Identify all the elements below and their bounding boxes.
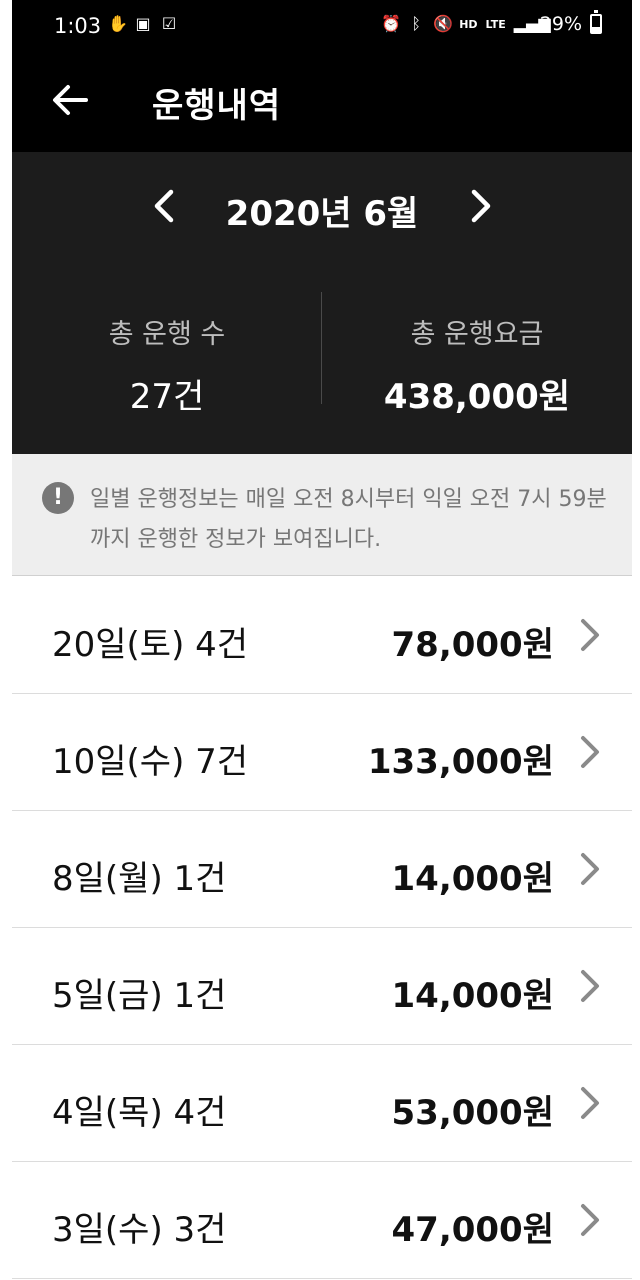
status-icons: ⏰ ᛒ 🔇 HD LTE ▂▄▆ 29% [381,10,602,35]
notice-text: 일별 운행정보는 매일 오전 8시부터 익일 오전 7시 59분까지 운행한 정… [90,487,607,552]
alarm-icon: ⏰ [381,14,402,33]
app-frame: 1:03 ✋ ▣ ☑ ⏰ ᛒ 🔇 HD LTE ▂▄▆ 29% 운행내역 202… [12,0,632,1280]
checkbox-icon: ☑ [161,14,177,33]
status-time: 1:03 [54,14,102,38]
notification-icons: ✋ ▣ ☑ [108,15,178,33]
chevron-right-icon [574,849,604,889]
signal-icon: ▂▄▆ [513,14,551,33]
gallery-icon: ▣ [135,14,151,33]
summary-panel: 2020년 6월 총 운행 수 27건 총 운행요금 438,000원 [12,152,632,454]
app-bar: 운행내역 [12,56,632,152]
chevron-right-icon [471,189,491,223]
day-amount: 14,000원 [391,976,554,1016]
day-summary-label: 10일(수) 7건 [52,742,249,782]
day-summary-label: 5일(금) 1건 [52,976,227,1016]
chevron-right-icon [574,615,604,655]
day-amount: 53,000원 [391,1093,554,1133]
daily-trip-list: 20일(토) 4건 78,000원 10일(수) 7건 133,000원 8일(월) 1… [12,577,632,1279]
day-summary-label: 20일(토) 4건 [52,625,249,665]
day-amount: 78,000원 [391,625,554,665]
total-fare-stat: 총 운행요금 438,000원 [322,312,632,418]
page-title: 운행내역 [152,86,282,126]
day-summary-label: 4일(목) 4건 [52,1093,227,1133]
hd-voice-icon: HD [459,17,478,31]
list-item[interactable]: 20일(토) 4건 78,000원 [12,577,632,694]
total-trips-label: 총 운행 수 [108,319,226,350]
chevron-right-icon [574,1200,604,1240]
chevron-right-icon [574,1083,604,1123]
list-item[interactable]: 3일(수) 3건 47,000원 [12,1162,632,1279]
mute-icon: 🔇 [433,14,454,33]
list-item[interactable]: 10일(수) 7건 133,000원 [12,694,632,811]
day-amount: 14,000원 [391,859,554,899]
total-fare-value: 438,000원 [383,377,571,417]
chevron-right-icon [574,966,604,1006]
list-item[interactable]: 5일(금) 1건 14,000원 [12,928,632,1045]
hand-wave-icon: ✋ [108,14,128,33]
next-month-button[interactable] [462,186,498,226]
total-fare-label: 총 운행요금 [410,319,544,350]
battery-fill [592,27,600,32]
day-amount: 47,000원 [391,1210,554,1250]
lte-icon: LTE [485,17,506,31]
battery-percent: 29% [539,13,582,35]
exclamation-icon: ! [42,482,74,514]
day-summary-label: 8일(월) 1건 [52,859,227,899]
chevron-right-icon [574,732,604,772]
status-bar: 1:03 ✋ ▣ ☑ ⏰ ᛒ 🔇 HD LTE ▂▄▆ 29% [12,0,632,56]
day-amount: 133,000원 [367,742,554,782]
back-button[interactable] [46,76,94,124]
bluetooth-icon: ᛒ [411,14,421,33]
total-trips-value: 27건 [129,377,205,417]
day-summary-label: 3일(수) 3건 [52,1210,227,1250]
list-item[interactable]: 8일(월) 1건 14,000원 [12,811,632,928]
month-label: 2020년 6월 [225,194,419,234]
total-trips-stat: 총 운행 수 27건 [12,312,322,418]
arrow-left-icon [53,85,88,115]
list-item[interactable]: 4일(목) 4건 53,000원 [12,1045,632,1162]
battery-icon [590,10,602,34]
info-notice: ! 일별 운행정보는 매일 오전 8시부터 익일 오전 7시 59분까지 운행한… [12,454,632,576]
